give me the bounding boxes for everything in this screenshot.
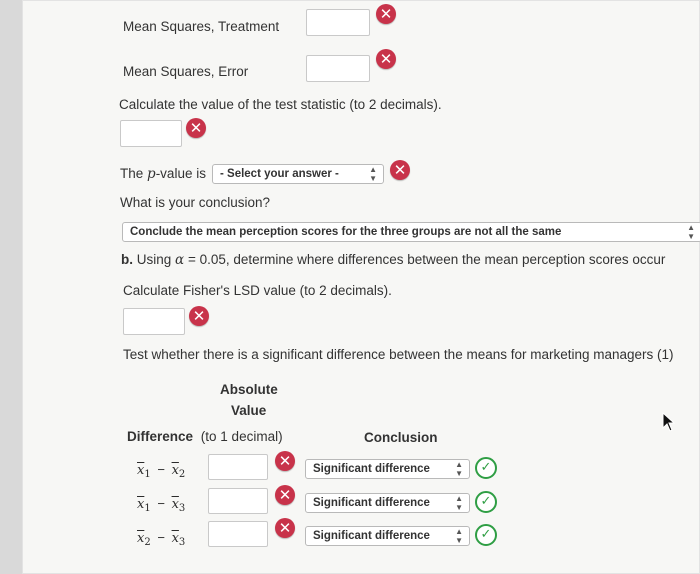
header-conclusion: Conclusion	[364, 430, 438, 445]
abs-value-input-3[interactable]	[208, 521, 268, 547]
part-b-text-suffix: , determine where differences between th…	[225, 252, 666, 267]
error-x-icon: ✕	[189, 306, 209, 326]
row2-conclusion-select[interactable]: Significant difference ▲ ▼	[305, 493, 470, 513]
abs-value-input-1[interactable]	[208, 454, 268, 480]
error-x-icon: ✕	[186, 118, 206, 138]
test-statistic-prompt: Calculate the value of the test statisti…	[119, 97, 442, 112]
lsd-prompt: Calculate Fisher's LSD value (to 2 decim…	[123, 283, 392, 298]
p-value-select-value: - Select your answer -	[220, 168, 339, 180]
table-row-difference: x1 − x3	[137, 496, 186, 514]
row1-conclusion-select[interactable]: Significant difference ▲ ▼	[305, 459, 470, 479]
conclusion-select-value: Conclude the mean perception scores for …	[130, 226, 562, 238]
p-value-label-suffix: -value is	[155, 166, 206, 181]
row2-select-value: Significant difference	[313, 497, 430, 509]
abs-value-input-2[interactable]	[208, 488, 268, 514]
row1-select-value: Significant difference	[313, 463, 430, 475]
header-difference-group: Difference (to 1 decimal)	[127, 429, 283, 444]
check-circle-icon: ✓	[475, 457, 497, 479]
conclusion-question: What is your conclusion?	[120, 195, 271, 210]
ms-error-label: Mean Squares, Error	[123, 64, 249, 79]
error-x-icon: ✕	[275, 451, 295, 471]
table-row-difference: x2 − x3	[137, 530, 186, 548]
error-x-icon: ✕	[275, 485, 295, 505]
mouse-pointer-icon	[662, 411, 676, 437]
row3-select-value: Significant difference	[313, 530, 430, 542]
select-arrows-icon: ▲ ▼	[687, 223, 695, 241]
ms-treatment-label: Mean Squares, Treatment	[123, 19, 280, 34]
check-circle-icon: ✓	[475, 491, 497, 513]
row3-conclusion-select[interactable]: Significant difference ▲ ▼	[305, 526, 470, 546]
test-statistic-input[interactable]	[120, 120, 182, 147]
conclusion-select[interactable]: Conclude the mean perception scores for …	[122, 222, 700, 242]
lsd-input[interactable]	[123, 308, 185, 335]
question-panel: Mean Squares, Treatment ✕ Mean Squares, …	[22, 0, 700, 574]
error-x-icon: ✕	[376, 49, 396, 69]
part-b-label: b.	[121, 252, 133, 267]
table-row-difference: x1 − x2	[137, 462, 186, 480]
check-circle-icon: ✓	[475, 524, 497, 546]
header-absolute: Absolute	[220, 382, 278, 397]
error-x-icon: ✕	[275, 518, 295, 538]
ms-error-input[interactable]	[306, 55, 370, 82]
p-value-label-var: p	[147, 166, 156, 182]
header-difference: Difference	[127, 429, 194, 444]
p-value-label: The p-value is	[120, 166, 206, 182]
part-b-text: b. Using α = 0.05, determine where diffe…	[121, 252, 665, 268]
p-value-select[interactable]: - Select your answer - ▲ ▼	[212, 164, 384, 184]
select-arrows-icon: ▲ ▼	[455, 494, 463, 512]
select-arrows-icon: ▲ ▼	[369, 165, 377, 183]
alpha-symbol: α	[175, 252, 185, 268]
test-difference-prompt: Test whether there is a significant diff…	[123, 347, 674, 362]
select-arrows-icon: ▲ ▼	[455, 527, 463, 545]
ms-treatment-input[interactable]	[306, 9, 370, 36]
alpha-value: = 0.05	[187, 252, 226, 267]
p-value-label-prefix: The	[120, 166, 144, 181]
header-decimal: (to 1 decimal)	[200, 429, 283, 444]
error-x-icon: ✕	[376, 4, 396, 24]
part-b-text-prefix: Using	[136, 252, 172, 267]
header-value: Value	[231, 403, 267, 418]
error-x-icon: ✕	[390, 160, 410, 180]
select-arrows-icon: ▲ ▼	[455, 460, 463, 478]
